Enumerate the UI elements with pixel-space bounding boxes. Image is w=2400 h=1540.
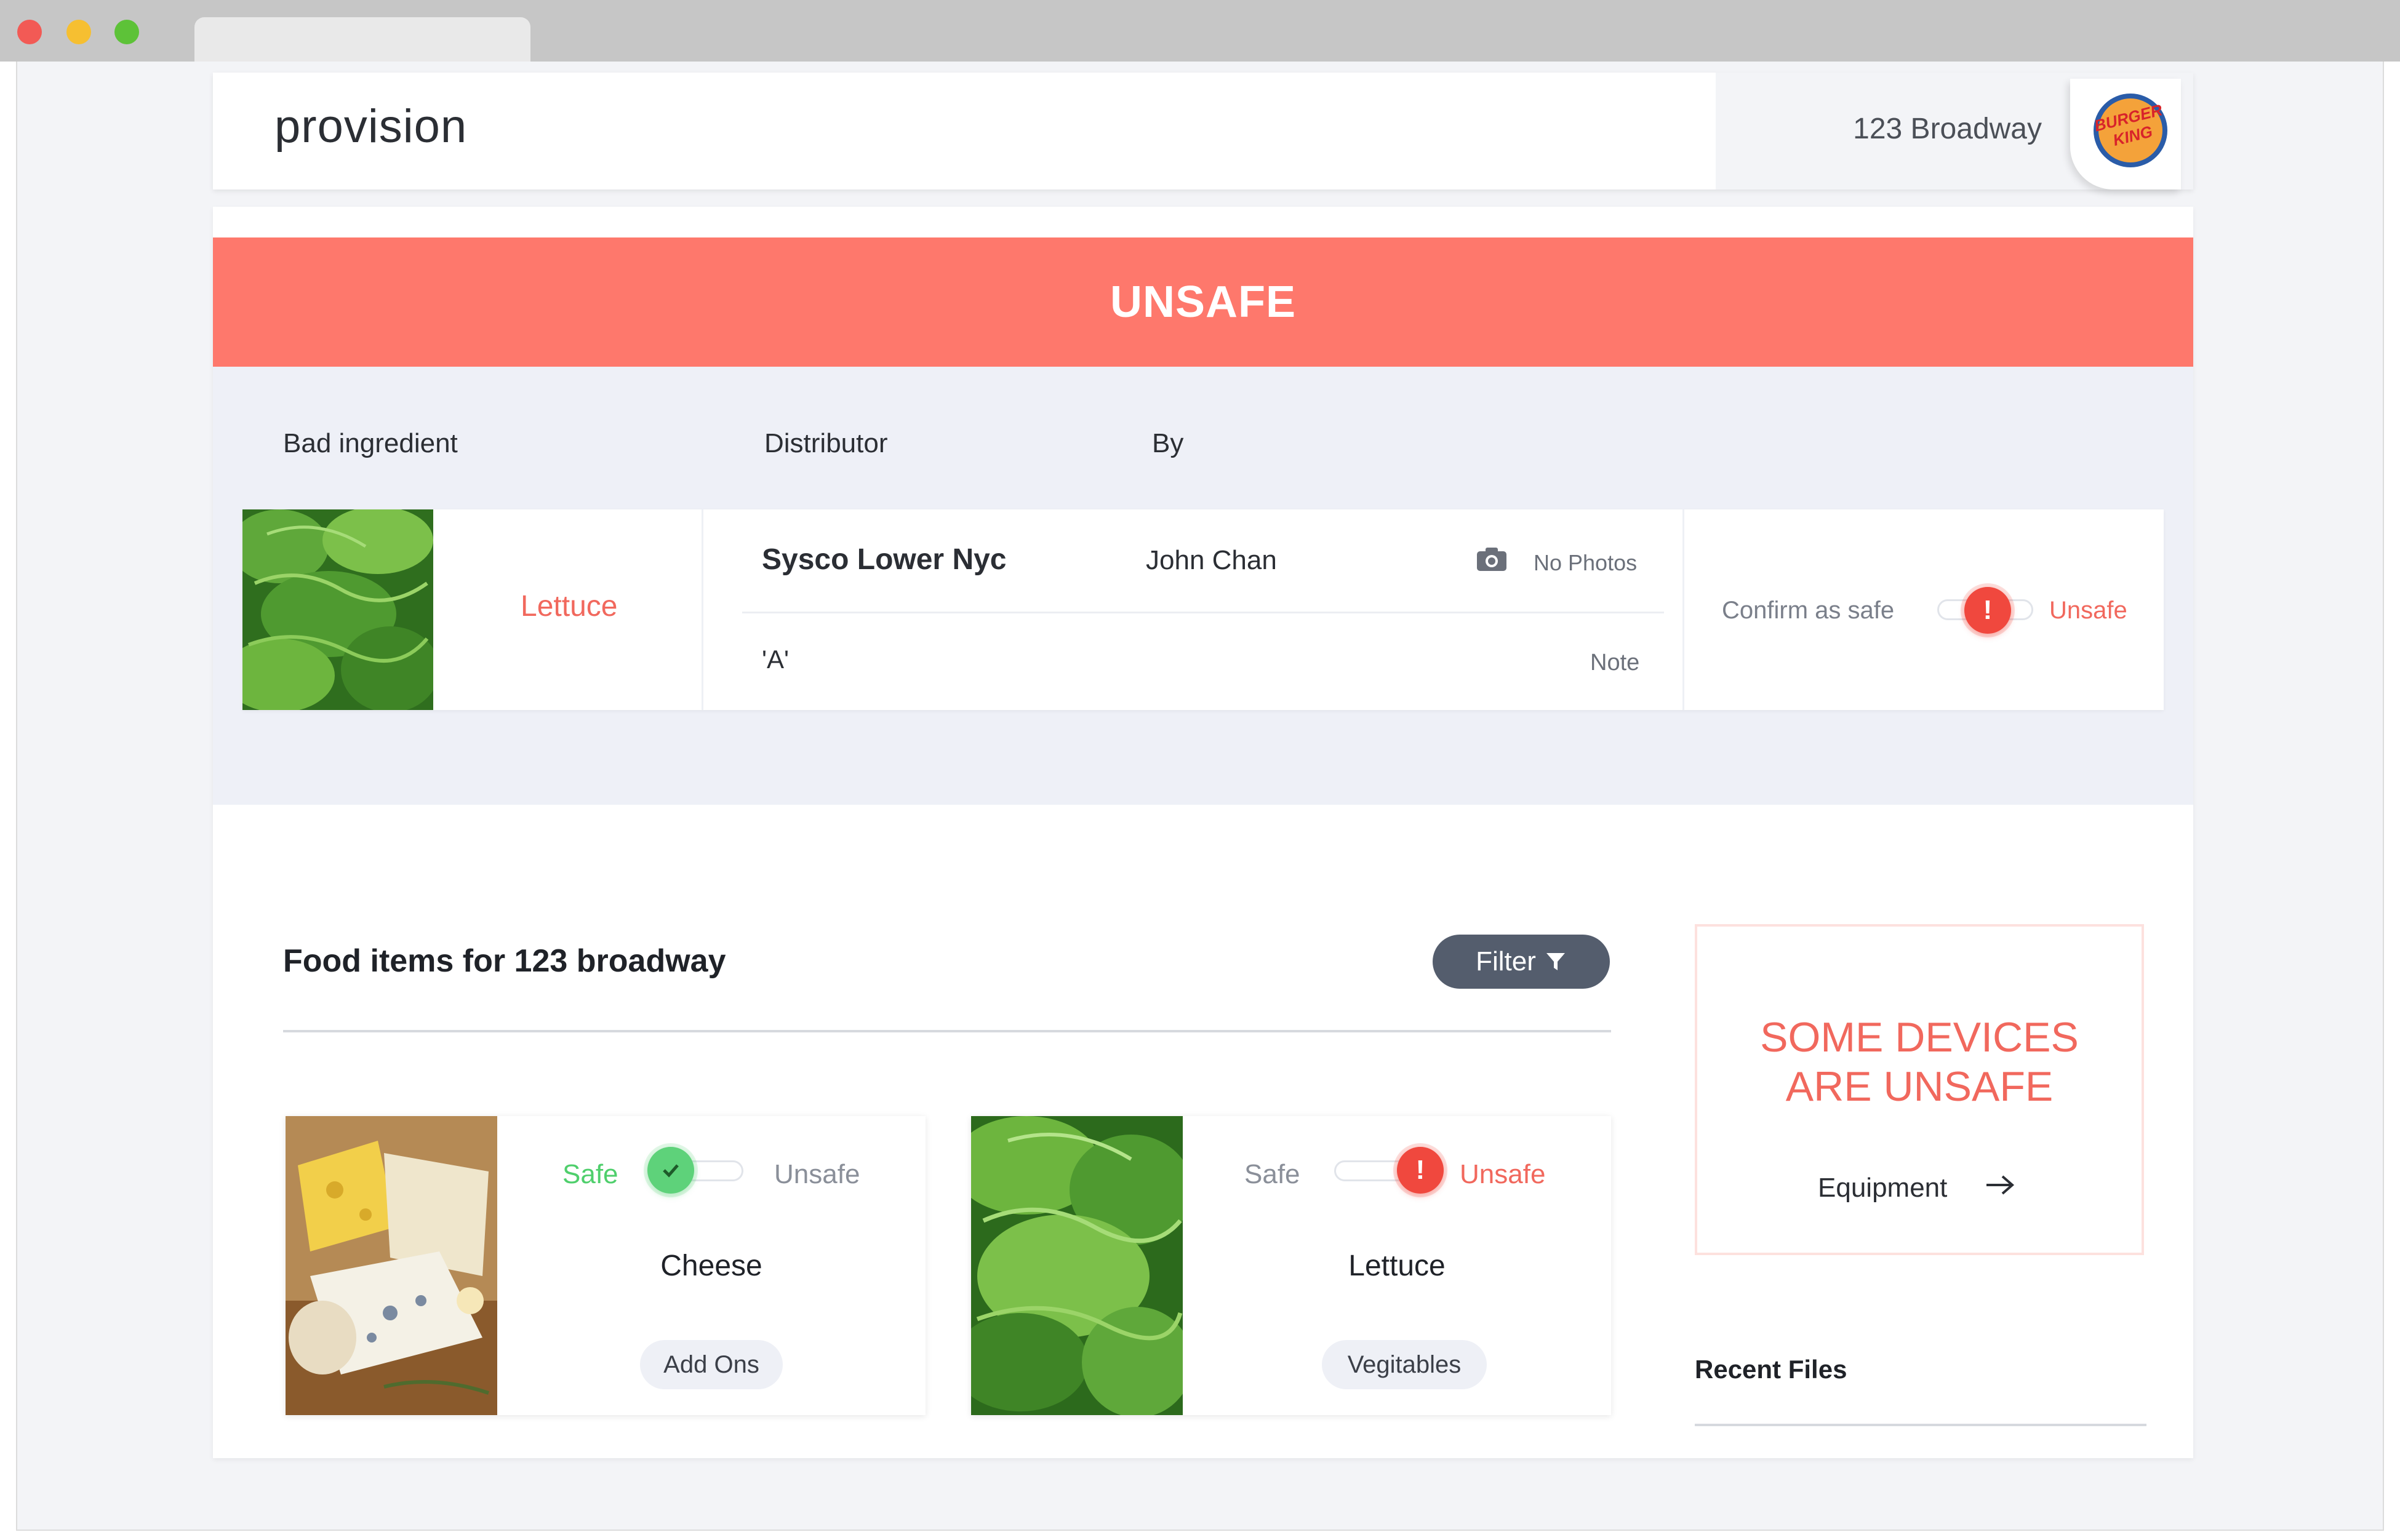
arrow-right-icon[interactable] [1984,1171,2016,1199]
reporter-name: John Chan [1146,545,1277,575]
equipment-link[interactable]: Equipment [1818,1173,1947,1203]
confirm-safe-label[interactable]: Confirm as safe [1722,597,1894,624]
unsafe-label[interactable]: Unsafe [774,1159,860,1190]
exclamation-icon[interactable]: ! [1964,587,2011,634]
note-link[interactable]: Note [1590,650,1639,676]
devices-title-line1: SOME DEVICES [1760,1014,2079,1061]
divider [742,612,1664,613]
status-banner: UNSAFE [213,237,2193,367]
food-items-title: Food items for 123 broadway [283,943,726,979]
checkmark-icon[interactable] [647,1147,694,1194]
lettuce-image [971,1116,1183,1415]
cheese-image [286,1116,497,1415]
divider [1682,509,1684,710]
filter-icon [1546,953,1565,970]
window-minimize-button[interactable] [66,20,91,44]
devices-warning-title: SOME DEVICES ARE UNSAFE [1697,1013,2142,1111]
filter-button[interactable]: Filter [1433,935,1610,989]
brand-badge[interactable]: BURGER KING [2070,79,2181,190]
divider [1695,1424,2146,1426]
column-label-by: By [1152,428,1184,458]
divider [283,1030,1611,1032]
recent-files-title: Recent Files [1695,1355,1847,1384]
bad-ingredient-name: Lettuce [521,590,618,623]
photos-status[interactable]: No Photos [1534,550,1637,576]
unsafe-status-label[interactable]: Unsafe [2049,597,2127,624]
food-card-cheese[interactable]: Safe Unsafe Cheese Add Ons [286,1116,926,1415]
check-glyph [663,1164,679,1178]
lettuce-image [242,509,433,710]
location-label[interactable]: 123 Broadway [1853,112,2042,146]
column-label-ingredient: Bad ingredient [283,428,458,458]
unsafe-label[interactable]: Unsafe [1460,1159,1545,1190]
browser-title-bar [0,0,2400,63]
devices-title-line2: ARE UNSAFE [1785,1063,2054,1110]
window-maximize-button[interactable] [114,20,139,44]
grade-value: 'A' [762,645,790,674]
browser-tab[interactable] [194,17,530,63]
app-logo[interactable]: provision [274,100,467,153]
app-header: provision 123 Broadway BURGER KING [213,73,2193,190]
alert-section: Bad ingredient Distributor By Lettuce Sy… [213,367,2193,805]
safe-label[interactable]: Safe [562,1159,618,1190]
main-panel: UNSAFE Bad ingredient Distributor By Let… [213,207,2193,1458]
divider [702,509,703,710]
food-item-name: Lettuce [1348,1250,1446,1282]
distributor-name: Sysco Lower Nyc [762,543,1007,576]
alert-card: Lettuce Sysco Lower Nyc John Chan No Pho… [242,509,2164,710]
filter-button-label: Filter [1476,946,1536,976]
category-tag[interactable]: Add Ons [640,1340,783,1389]
unsafe-devices-card[interactable]: SOME DEVICES ARE UNSAFE Equipment [1695,924,2144,1255]
category-tag[interactable]: Vegitables [1322,1340,1487,1389]
window-close-button[interactable] [17,20,42,44]
header-location-area: 123 Broadway BURGER KING [1716,73,2193,190]
camera-icon[interactable] [1476,546,1508,572]
safe-label[interactable]: Safe [1244,1159,1300,1190]
food-card-lettuce[interactable]: Safe ! Unsafe Lettuce Vegitables [971,1116,1611,1415]
burger-king-logo: BURGER KING [2092,94,2167,167]
food-item-name: Cheese [660,1250,762,1282]
exclamation-icon[interactable]: ! [1397,1147,1444,1194]
column-label-distributor: Distributor [764,428,888,458]
